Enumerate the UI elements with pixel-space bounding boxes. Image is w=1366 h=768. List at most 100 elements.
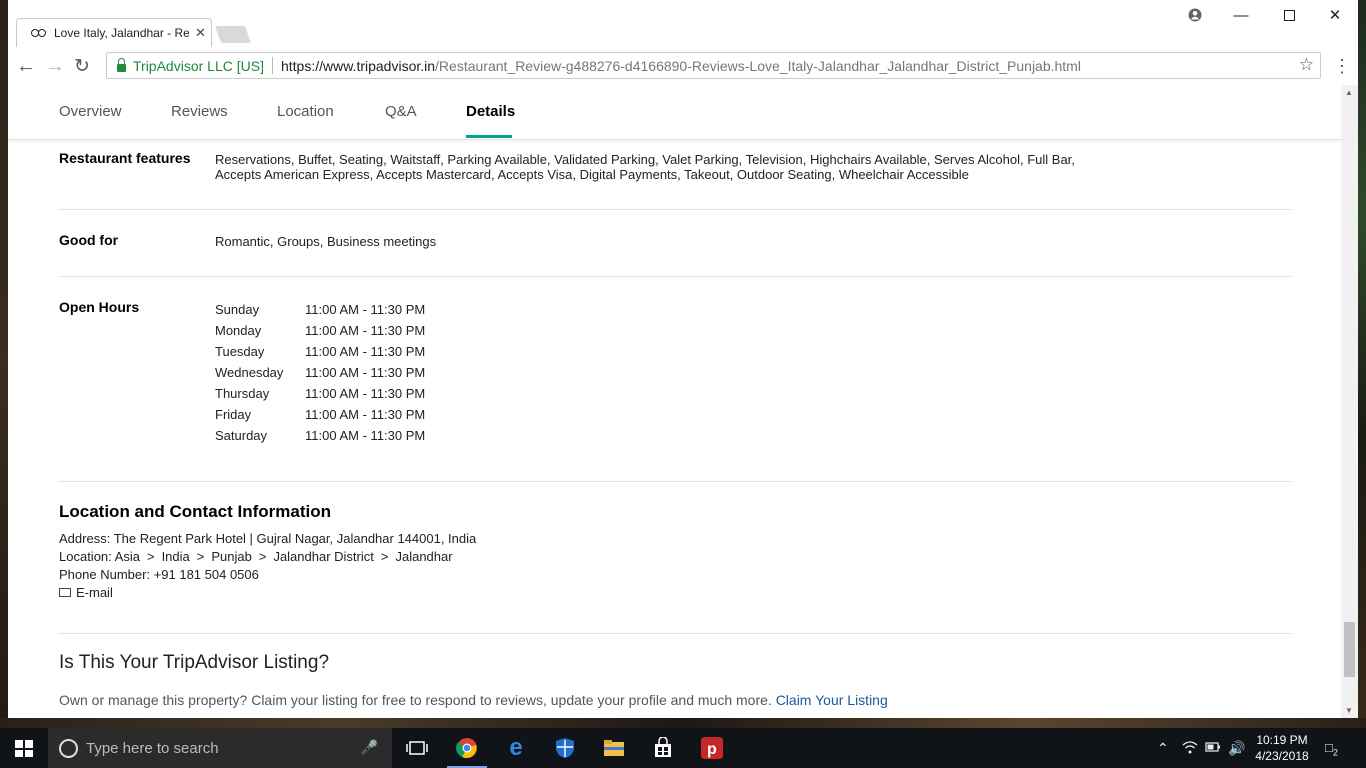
minimize-icon[interactable]: — — [1218, 0, 1264, 30]
psiphon-icon[interactable]: p — [699, 736, 725, 760]
secure-label: TripAdvisor LLC [US] — [133, 57, 264, 74]
url-host: https://www.tripadvisor.in — [280, 57, 436, 74]
chrome-menu-icon[interactable]: ⋮ — [1333, 56, 1351, 77]
location-link-punjab[interactable]: Punjab — [211, 549, 251, 564]
hours-row: Sunday 11:00 AM - 11:30 PM — [215, 299, 425, 320]
scrollbar-thumb[interactable] — [1344, 622, 1355, 677]
tab-details[interactable]: Details — [466, 103, 515, 120]
taskbar-search[interactable]: Type here to search 🎤 — [48, 728, 392, 768]
store-icon[interactable] — [650, 736, 676, 760]
hours-day: Monday — [215, 323, 262, 338]
browser-toolbar: ← → ↻ TripAdvisor LLC [US] https://www.t… — [8, 47, 1358, 86]
desktop-background-left — [0, 0, 8, 728]
envelope-icon — [59, 588, 71, 597]
listing-heading: Is This Your TripAdvisor Listing? — [59, 652, 330, 673]
section-nav: Overview Reviews Location Q&A Details — [8, 85, 1341, 140]
desktop-background-right — [1358, 0, 1366, 728]
browser-window: Love Italy, Jalandhar - Re ✕ — ✕ ← → ↻ T… — [8, 0, 1358, 718]
open-hours-table: Sunday 11:00 AM - 11:30 PM Monday 11:00 AM… — [215, 299, 425, 446]
clock-date: 4/23/2018 — [1255, 749, 1309, 763]
task-view-icon[interactable] — [404, 736, 430, 760]
hours-row: Thursday 11:00 AM - 11:30 PM — [215, 383, 425, 404]
address-separator — [271, 57, 273, 74]
breadcrumb-separator: > — [380, 549, 389, 564]
hours-day: Friday — [215, 407, 252, 422]
location-link-district[interactable]: Jalandhar District — [273, 549, 373, 564]
tab-location[interactable]: Location — [277, 103, 334, 120]
hours-day: Thursday — [215, 386, 270, 401]
volume-icon[interactable]: 🔊 — [1228, 740, 1245, 757]
cortana-icon — [59, 738, 78, 758]
microphone-icon[interactable]: 🎤 — [361, 739, 378, 756]
hours-day: Tuesday — [215, 344, 265, 359]
divider — [59, 276, 1291, 277]
active-tab-indicator — [466, 135, 512, 138]
hours-time: 11:00 AM - 11:30 PM — [305, 386, 426, 401]
title-bar: Love Italy, Jalandhar - Re ✕ — ✕ — [8, 0, 1358, 48]
browser-tab[interactable]: Love Italy, Jalandhar - Re ✕ — [16, 18, 212, 47]
address-bar[interactable]: TripAdvisor LLC [US] https://www.tripadv… — [106, 52, 1321, 79]
phone-label: Phone Number: — [59, 567, 151, 582]
good-for-value: Romantic, Groups, Business meetings — [215, 234, 437, 249]
phone-value: +91 181 504 0506 — [153, 567, 259, 582]
close-window-icon[interactable]: ✕ — [1312, 0, 1358, 30]
scroll-down-icon[interactable]: ▼ — [1345, 706, 1353, 715]
location-link-asia[interactable]: Asia — [115, 549, 140, 564]
email-label[interactable]: E-mail — [76, 585, 113, 600]
windows-taskbar: Type here to search 🎤 e p ⌃ 🔊 10:19 PM 4… — [0, 728, 1366, 768]
new-tab-button[interactable] — [214, 26, 252, 43]
wifi-icon[interactable] — [1182, 740, 1198, 757]
hours-row: Wednesday 11:00 AM - 11:30 PM — [215, 362, 425, 383]
address-label: Address: — [59, 531, 111, 546]
taskbar-search-placeholder: Type here to search — [86, 739, 219, 757]
battery-icon[interactable] — [1205, 740, 1221, 756]
hours-time: 11:00 AM - 11:30 PM — [305, 407, 426, 422]
back-arrow-icon[interactable]: ← — [15, 55, 37, 78]
features-line-1: Reservations, Buffet, Seating, Waitstaff… — [215, 152, 1075, 167]
windows-start-icon[interactable] — [15, 740, 33, 757]
tripadvisor-owl-icon — [31, 27, 47, 39]
tab-qa[interactable]: Q&A — [385, 103, 417, 120]
bookmark-star-icon[interactable]: ☆ — [1299, 55, 1314, 75]
features-line-2: Accepts American Express, Accepts Master… — [215, 167, 969, 182]
location-label: Location: — [59, 549, 112, 564]
desktop-background-bottom — [0, 718, 1366, 728]
profile-icon[interactable] — [1172, 0, 1218, 30]
listing-text: Own or manage this property? Claim your … — [59, 692, 888, 708]
scrollbar[interactable]: ▲ ▼ — [1341, 85, 1358, 718]
chrome-icon[interactable] — [454, 736, 480, 760]
svg-text:p: p — [707, 741, 717, 758]
address-value: The Regent Park Hotel | Gujral Nagar, Ja… — [113, 531, 477, 546]
notification-count: 2 — [1332, 747, 1338, 758]
hours-row: Friday 11:00 AM - 11:30 PM — [215, 404, 425, 425]
tab-overview[interactable]: Overview — [59, 103, 122, 120]
tab-close-icon[interactable]: ✕ — [195, 25, 206, 41]
hours-time: 11:00 AM - 11:30 PM — [305, 428, 426, 443]
hours-time: 11:00 AM - 11:30 PM — [305, 344, 426, 359]
open-hours-label: Open Hours — [59, 299, 140, 315]
hours-day: Sunday — [215, 302, 260, 317]
address-line: Address: The Regent Park Hotel | Gujral … — [59, 531, 476, 546]
windows-defender-icon[interactable] — [552, 736, 578, 760]
location-link-india[interactable]: India — [162, 549, 190, 564]
system-clock[interactable]: 10:19 PM 4/23/2018 — [1250, 732, 1314, 764]
forward-arrow-icon[interactable]: → — [44, 55, 66, 78]
scroll-up-icon[interactable]: ▲ — [1345, 88, 1353, 97]
breadcrumb-separator: > — [258, 549, 267, 564]
claim-listing-link[interactable]: Claim Your Listing — [776, 692, 888, 708]
location-line: Location: Asia > India > Punjab > Jalandhar Di… — [59, 549, 453, 564]
location-link-city[interactable]: Jalandhar — [395, 549, 452, 564]
edge-icon[interactable]: e — [503, 734, 529, 761]
tray-chevron-icon[interactable]: ⌃ — [1157, 740, 1169, 757]
email-link[interactable]: E-mail — [59, 585, 113, 600]
file-explorer-icon[interactable] — [601, 736, 627, 760]
divider — [59, 633, 1291, 634]
hours-row: Monday 11:00 AM - 11:30 PM — [215, 320, 425, 341]
tab-reviews[interactable]: Reviews — [171, 103, 228, 120]
hours-time: 11:00 AM - 11:30 PM — [305, 302, 426, 317]
maximize-icon[interactable] — [1266, 0, 1312, 30]
contact-heading: Location and Contact Information — [59, 502, 331, 521]
reload-icon[interactable]: ↻ — [71, 55, 93, 78]
action-center-icon[interactable]: □2 — [1325, 740, 1338, 758]
phone-line: Phone Number: +91 181 504 0506 — [59, 567, 259, 582]
